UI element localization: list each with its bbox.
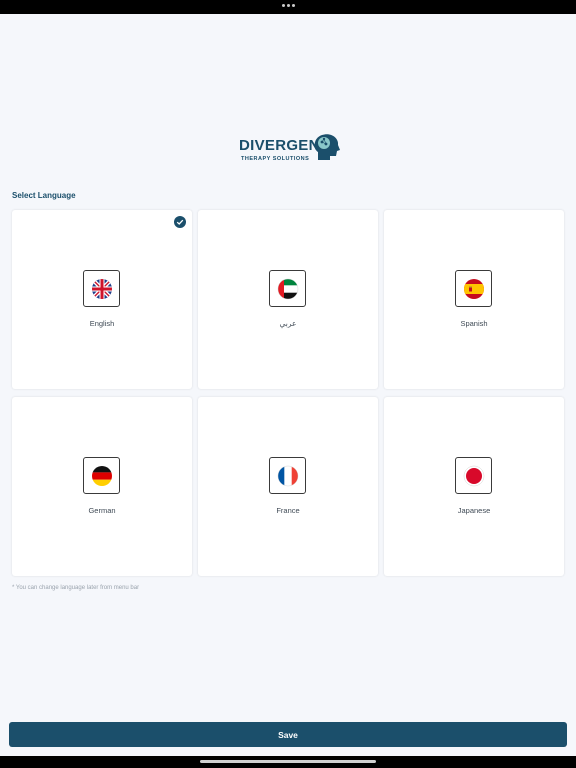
flag-frame [455, 270, 492, 307]
uk-flag-icon [91, 278, 112, 299]
home-indicator[interactable] [200, 760, 376, 763]
language-grid: English عربي Spanish German France Japan… [12, 210, 564, 576]
app-logo: DIVERGENT THERAPY SOLUTIONS [236, 132, 342, 166]
spain-flag-icon [463, 278, 484, 299]
logo-tagline: THERAPY SOLUTIONS [241, 156, 310, 162]
language-card-spanish[interactable]: Spanish [384, 210, 564, 389]
status-bar [0, 0, 576, 14]
multitasking-dots-icon[interactable] [282, 4, 295, 7]
japan-flag-icon [463, 465, 484, 486]
language-label: عربي [279, 319, 297, 328]
language-card-japanese[interactable]: Japanese [384, 397, 564, 576]
language-card-arabic[interactable]: عربي [198, 210, 378, 389]
flag-frame [269, 457, 306, 494]
brain-head-icon [314, 134, 340, 160]
language-label: Japanese [457, 506, 491, 515]
uae-flag-icon [277, 278, 298, 299]
section-title: Select Language [12, 191, 76, 200]
language-card-german[interactable]: German [12, 397, 192, 576]
language-label: France [276, 506, 300, 515]
flag-frame [83, 457, 120, 494]
flag-frame [83, 270, 120, 307]
language-change-note: * You can change language later from men… [12, 585, 140, 591]
language-card-english[interactable]: English [12, 210, 192, 389]
save-button[interactable]: Save [9, 722, 567, 747]
language-label: English [89, 319, 115, 328]
language-label: German [88, 506, 116, 515]
language-label: Spanish [460, 319, 488, 328]
selected-check-icon [174, 216, 186, 228]
language-card-france[interactable]: France [198, 397, 378, 576]
flag-frame [269, 270, 306, 307]
france-flag-icon [277, 465, 298, 486]
flag-frame [455, 457, 492, 494]
germany-flag-icon [91, 465, 112, 486]
